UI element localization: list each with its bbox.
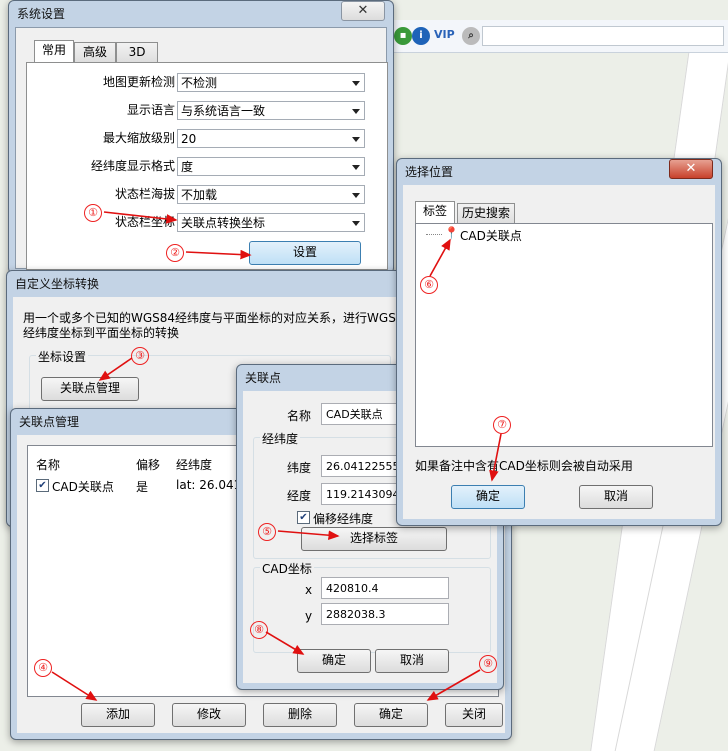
- tree-item-cad-point[interactable]: CAD关联点: [460, 227, 522, 244]
- settings-panel: 常用 高级 3D 地图更新检测 不检测 显示语言 与系统语言一致 最大缩放级别 …: [15, 27, 388, 270]
- map-update-label: 地图更新检测: [102, 75, 175, 89]
- search-icon[interactable]: ⌕: [462, 27, 480, 45]
- y-field[interactable]: 2882038.3: [321, 603, 449, 625]
- description-line-2: 经纬度坐标到平面坐标的转换: [23, 326, 180, 340]
- tab-advanced[interactable]: 高级: [74, 42, 116, 62]
- tag-tree: 📍 CAD关联点: [415, 223, 713, 447]
- step-marker-1: ①: [84, 204, 102, 222]
- lng-label: 经度: [287, 489, 312, 503]
- delete-button[interactable]: 删除: [263, 703, 337, 727]
- system-settings-window: 系统设置 ✕ 常用 高级 3D 地图更新检测 不检测 显示语言 与系统语言一致 …: [8, 0, 394, 274]
- map-update-select[interactable]: 不检测: [177, 73, 365, 92]
- manage-points-button[interactable]: 关联点管理: [41, 377, 139, 401]
- max-zoom-select[interactable]: 20: [177, 129, 365, 148]
- ok-button[interactable]: 确定: [451, 485, 525, 509]
- step-marker-8: ⑧: [250, 621, 268, 639]
- y-label: y: [305, 609, 313, 623]
- step-marker-2: ②: [166, 244, 184, 262]
- row-name: CAD关联点: [52, 480, 114, 494]
- column-header-latlng[interactable]: 经纬度: [176, 456, 212, 473]
- note-text: 如果备注中含有CAD坐标则会被自动采用: [415, 459, 633, 473]
- language-label: 显示语言: [126, 103, 175, 117]
- status-coord-select[interactable]: 关联点转换坐标: [177, 213, 365, 232]
- step-marker-7: ⑦: [493, 416, 511, 434]
- max-zoom-label: 最大缩放级别: [102, 131, 175, 145]
- select-location-panel: 标签 历史搜索 📍 CAD关联点 如果备注中含有CAD坐标则会被自动采用 确定 …: [403, 185, 715, 519]
- group-label: 经纬度: [260, 430, 301, 447]
- group-label: 坐标设置: [36, 348, 89, 365]
- close-button[interactable]: 关闭: [445, 703, 503, 727]
- step-marker-5: ⑤: [258, 523, 276, 541]
- edit-button[interactable]: 修改: [172, 703, 246, 727]
- select-location-window: 选择位置 ✕ 标签 历史搜索 📍 CAD关联点 如果备注中含有CAD坐标则会被自…: [396, 158, 722, 526]
- column-header-name[interactable]: 名称: [36, 456, 60, 473]
- tree-line: [426, 234, 442, 235]
- ok-button[interactable]: 确定: [354, 703, 428, 727]
- x-label: x: [305, 583, 313, 597]
- step-marker-3: ③: [131, 347, 149, 365]
- latlng-format-label: 经纬度显示格式: [90, 159, 175, 173]
- window-title: 自定义坐标转换: [15, 277, 100, 291]
- row-offset: 是: [136, 480, 149, 494]
- status-coord-label: 状态栏坐标: [114, 215, 175, 229]
- window-title: 系统设置: [17, 7, 66, 21]
- close-icon[interactable]: ✕: [341, 1, 385, 21]
- status-altitude-label: 状态栏海拔: [114, 187, 175, 201]
- screen-icon[interactable]: ▪: [394, 27, 412, 45]
- pin-icon: 📍: [444, 226, 459, 240]
- cancel-button[interactable]: 取消: [579, 485, 653, 509]
- step-marker-6: ⑥: [420, 276, 438, 294]
- offset-checkbox[interactable]: ✔: [297, 511, 310, 524]
- latlng-format-select[interactable]: 度: [177, 157, 365, 176]
- tab-3d[interactable]: 3D: [116, 42, 158, 62]
- info-icon[interactable]: i: [412, 27, 430, 45]
- column-header-offset[interactable]: 偏移: [136, 456, 160, 473]
- tab-content: 地图更新检测 不检测 显示语言 与系统语言一致 最大缩放级别 20 经纬度显示格…: [26, 62, 388, 270]
- tab-history[interactable]: 历史搜索: [457, 203, 515, 223]
- ok-button[interactable]: 确定: [297, 649, 371, 673]
- add-button[interactable]: 添加: [81, 703, 155, 727]
- tab-general[interactable]: 常用: [34, 40, 74, 62]
- tab-tags[interactable]: 标签: [415, 201, 455, 223]
- offset-label: 偏移经纬度: [313, 512, 374, 526]
- main-toolbar: ▪ i VIP ⌕: [390, 20, 728, 53]
- window-title: 选择位置: [405, 165, 454, 179]
- select-tag-button[interactable]: 选择标签: [301, 527, 447, 551]
- vip-label[interactable]: VIP: [434, 28, 455, 41]
- status-altitude-select[interactable]: 不加载: [177, 185, 365, 204]
- window-title: 关联点: [245, 371, 282, 385]
- window-title: 关联点管理: [19, 415, 80, 429]
- x-field[interactable]: 420810.4: [321, 577, 449, 599]
- address-bar[interactable]: [482, 26, 724, 46]
- step-marker-4: ④: [34, 659, 52, 677]
- row-checkbox[interactable]: ✔: [36, 479, 49, 492]
- close-icon[interactable]: ✕: [669, 159, 713, 179]
- group-label: CAD坐标: [260, 560, 314, 577]
- cancel-button[interactable]: 取消: [375, 649, 449, 673]
- step-marker-9: ⑨: [479, 655, 497, 673]
- settings-button[interactable]: 设置: [249, 241, 361, 265]
- name-label: 名称: [287, 409, 312, 423]
- language-select[interactable]: 与系统语言一致: [177, 101, 365, 120]
- lat-label: 纬度: [287, 461, 312, 475]
